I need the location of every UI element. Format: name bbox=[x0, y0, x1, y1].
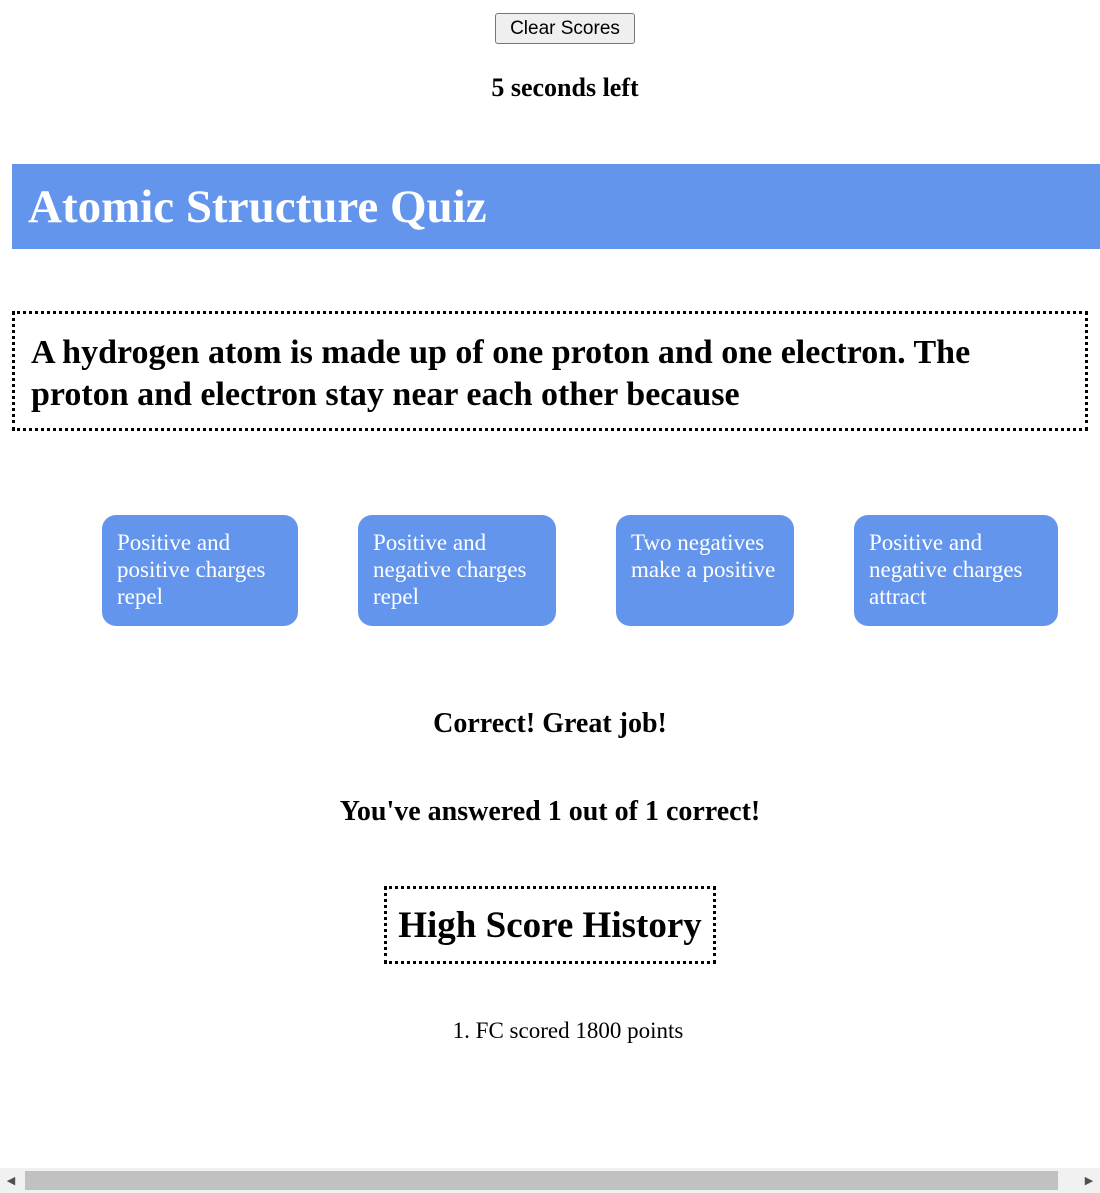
answer-button-4[interactable]: Positive and negative charges attract bbox=[854, 515, 1058, 626]
high-score-entry: 1. FC scored 1800 points bbox=[452, 1018, 684, 1043]
quiz-page: Clear Scores 5 seconds left Atomic Struc… bbox=[0, 0, 1100, 1193]
quiz-header: Atomic Structure Quiz bbox=[12, 164, 1100, 249]
high-score-title: High Score History bbox=[398, 905, 702, 946]
high-score-heading-box: High Score History bbox=[384, 886, 716, 964]
countdown-timer: 5 seconds left bbox=[491, 73, 639, 102]
question-box: A hydrogen atom is made up of one proton… bbox=[12, 311, 1088, 431]
scrollbar-thumb[interactable] bbox=[25, 1171, 1058, 1190]
answer-button-1[interactable]: Positive and positive charges repel bbox=[102, 515, 298, 626]
scroll-left-arrow-icon[interactable]: ◀ bbox=[0, 1168, 22, 1193]
quiz-title: Atomic Structure Quiz bbox=[28, 181, 487, 233]
high-score-list: 1. FC scored 1800 points bbox=[0, 1015, 1100, 1047]
answer-button-2[interactable]: Positive and negative charges repel bbox=[358, 515, 556, 626]
answer-button-3[interactable]: Two negatives make a positive bbox=[616, 515, 794, 626]
clear-scores-button[interactable]: Clear Scores bbox=[495, 13, 635, 44]
score-tally: You've answered 1 out of 1 correct! bbox=[339, 796, 761, 827]
horizontal-scrollbar[interactable]: ◀ ▶ bbox=[0, 1168, 1100, 1193]
question-text: A hydrogen atom is made up of one proton… bbox=[31, 334, 971, 413]
answer-feedback: Correct! Great job! bbox=[433, 708, 667, 739]
scroll-right-arrow-icon[interactable]: ▶ bbox=[1078, 1168, 1100, 1193]
